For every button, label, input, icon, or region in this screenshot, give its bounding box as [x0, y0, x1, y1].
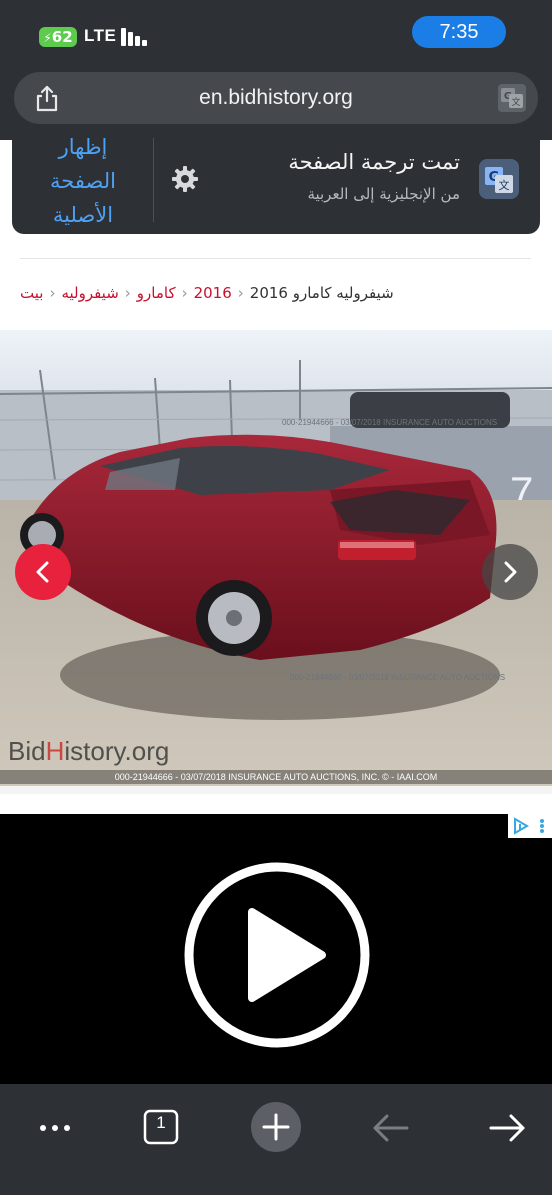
- ad-badge[interactable]: [508, 814, 552, 838]
- chevron-left-icon: ‹: [49, 284, 56, 302]
- breadcrumb: شيفروليه كامارو 2016 ‹ 2016 ‹ كامارو ‹ شيفرولي…: [20, 284, 394, 306]
- signal-icon: [121, 28, 151, 46]
- breadcrumb-home[interactable]: بيت: [20, 284, 43, 302]
- chevron-left-icon: ‹: [181, 284, 188, 302]
- tab-count: 1: [156, 1113, 166, 1132]
- back-arrow-icon[interactable]: [363, 1096, 419, 1152]
- status-bar: ⚡62 LTE 7:35: [0, 0, 552, 68]
- show-original-button[interactable]: إظهار الصفحة الأصلية: [28, 130, 138, 232]
- photo-caption: 000-21944666 - 03/07/2018 INSURANCE AUTO…: [0, 770, 552, 784]
- svg-text:文: 文: [499, 178, 510, 192]
- browser-toolbar: 1: [0, 1084, 552, 1195]
- network-label: LTE: [84, 26, 117, 45]
- battery-indicator: ⚡62: [39, 27, 77, 47]
- show-original-line[interactable]: الأصلية: [28, 198, 138, 232]
- next-photo-button[interactable]: [482, 544, 538, 600]
- url-text[interactable]: en.bidhistory.org: [74, 72, 478, 124]
- tabs-button[interactable]: 1: [133, 1096, 189, 1152]
- watermark-text: H: [45, 736, 65, 766]
- car-image: 7 000-21944666 - 03/07/2018 INSURANCE AU…: [0, 330, 552, 786]
- battery-level: 62: [51, 28, 73, 46]
- video-ad[interactable]: [0, 814, 552, 1084]
- breadcrumb-model[interactable]: كامارو: [137, 284, 176, 302]
- more-icon[interactable]: [27, 1096, 83, 1152]
- chevron-left-icon: ‹: [237, 284, 244, 302]
- show-original-line[interactable]: إظهار: [28, 130, 138, 164]
- translate-title: تمت ترجمة الصفحة: [288, 150, 460, 174]
- new-tab-icon[interactable]: [248, 1096, 304, 1152]
- previous-photo-button[interactable]: [15, 544, 71, 600]
- watermark-text: Bid: [8, 736, 46, 766]
- adchoices-icon[interactable]: [512, 817, 530, 835]
- info-icon[interactable]: [534, 817, 550, 835]
- translate-banner: G 文 تمت ترجمة الصفحة من الإنجليزية إلى ا…: [12, 135, 540, 234]
- bidhistory-watermark: BidHistory.org: [8, 736, 169, 767]
- svg-text:文: 文: [511, 96, 520, 108]
- gear-icon[interactable]: [170, 164, 200, 194]
- breadcrumb-current: شيفروليه كامارو 2016: [249, 284, 394, 302]
- divider: [153, 138, 154, 222]
- google-translate-icon: G 文: [479, 159, 519, 199]
- breadcrumb-make[interactable]: شيفروليه: [61, 284, 118, 302]
- watermark-text: istory.org: [64, 736, 170, 766]
- breadcrumb-year[interactable]: 2016: [194, 284, 232, 302]
- chevron-left-icon: [36, 561, 49, 583]
- divider: [20, 258, 531, 259]
- clock: 7:35: [412, 16, 506, 48]
- share-icon[interactable]: [34, 84, 60, 112]
- address-bar[interactable]: en.bidhistory.org G 文: [14, 72, 538, 124]
- forward-arrow-icon[interactable]: [479, 1096, 535, 1152]
- svg-text:000-21944666 - 03/07/2018 INSU: 000-21944666 - 03/07/2018 INSURANCE AUTO…: [282, 418, 497, 427]
- translate-subtitle: من الإنجليزية إلى العربية: [307, 185, 460, 203]
- translate-icon[interactable]: G 文: [498, 84, 526, 112]
- chevron-right-icon: [504, 561, 517, 583]
- chevron-left-icon: ‹: [124, 284, 131, 302]
- svg-text:000-21944666 - 03/07/2018 INSU: 000-21944666 - 03/07/2018 INSURANCE AUTO…: [290, 673, 505, 682]
- show-original-line[interactable]: الصفحة: [28, 164, 138, 198]
- play-icon[interactable]: [182, 860, 372, 1050]
- charging-icon: ⚡: [43, 31, 52, 45]
- vehicle-photo[interactable]: 7 000-21944666 - 03/07/2018 INSURANCE AU…: [0, 330, 552, 786]
